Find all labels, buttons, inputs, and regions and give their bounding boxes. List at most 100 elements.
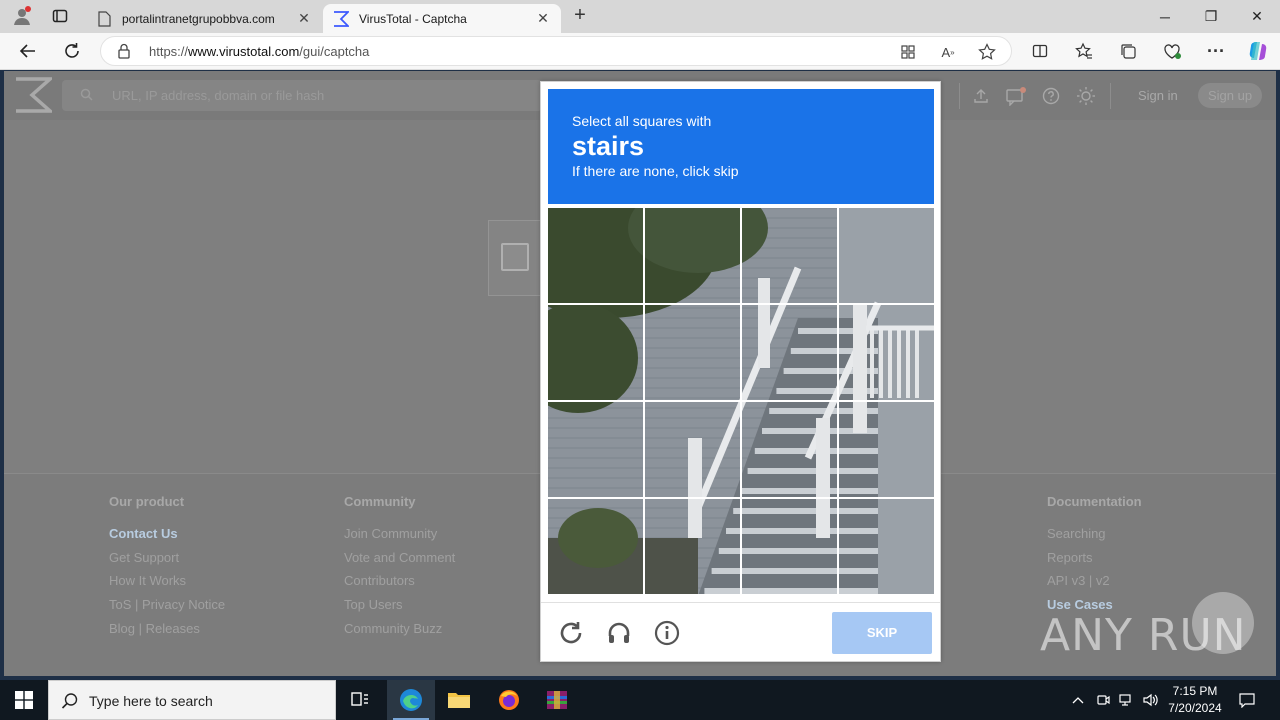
footer-link[interactable]: Join Community <box>344 526 455 550</box>
captcha-tile-r2-c1[interactable] <box>548 305 643 400</box>
windows-start-icon[interactable] <box>0 680 48 720</box>
copilot-icon[interactable] <box>1245 38 1271 64</box>
collections-icon[interactable] <box>1115 38 1141 64</box>
url-text: https://www.virustotal.com/gui/captcha <box>149 44 370 59</box>
captcha-footer: SKIP <box>541 602 940 662</box>
theme-toggle-icon[interactable] <box>1075 85 1097 107</box>
taskbar-search-box[interactable]: Type here to search <box>48 680 336 720</box>
read-aloud-icon[interactable]: A» <box>937 41 959 63</box>
vt-search-input[interactable]: URL, IP address, domain or file hash <box>62 80 542 111</box>
skip-button[interactable]: SKIP <box>832 612 932 654</box>
search-placeholder: URL, IP address, domain or file hash <box>112 88 325 103</box>
back-arrow-icon[interactable] <box>13 37 43 65</box>
upload-icon[interactable] <box>970 85 992 107</box>
lock-icon[interactable] <box>117 43 131 62</box>
captcha-tile-r4-c3[interactable] <box>742 499 837 594</box>
captcha-tile-r3-c2[interactable] <box>645 402 740 497</box>
footer-link[interactable]: Community Buzz <box>344 621 455 645</box>
firefox-icon[interactable] <box>485 680 533 720</box>
close-tab-icon[interactable]: ✕ <box>296 10 312 27</box>
captcha-tile-r1-c3[interactable] <box>742 208 837 303</box>
audio-challenge-icon[interactable] <box>605 619 633 647</box>
captcha-tile-r1-c4[interactable] <box>839 208 934 303</box>
footer-link[interactable]: Get Support <box>109 550 225 574</box>
footer-link[interactable]: Searching <box>1047 526 1142 550</box>
captcha-target-word: stairs <box>572 131 645 161</box>
virustotal-logo-icon[interactable] <box>14 77 55 113</box>
app-available-icon[interactable] <box>897 41 919 63</box>
footer-link[interactable]: Top Users <box>344 597 455 621</box>
footer-heading: Our product <box>109 494 185 509</box>
footer-link[interactable]: Reports <box>1047 550 1142 574</box>
windows-taskbar: Type here to search 7:15 PM 7/20/2024 <box>0 680 1280 720</box>
task-view-icon[interactable] <box>336 680 384 720</box>
sign-in-link[interactable]: Sign in <box>1138 88 1178 103</box>
favorite-star-icon[interactable] <box>976 41 998 63</box>
captcha-tile-r1-c2[interactable] <box>645 208 740 303</box>
captcha-image-grid <box>548 208 936 596</box>
footer-link[interactable]: How It Works <box>109 573 225 597</box>
captcha-tile-r2-c3[interactable] <box>742 305 837 400</box>
close-window-button[interactable]: ✕ <box>1234 0 1280 33</box>
notification-center-icon[interactable] <box>1236 680 1258 720</box>
captcha-tile-r4-c2[interactable] <box>645 499 740 594</box>
browser-essentials-icon[interactable] <box>1159 38 1185 64</box>
favorites-icon[interactable] <box>1071 38 1097 64</box>
footer-link[interactable]: ToS | Privacy Notice <box>109 597 225 621</box>
captcha-tile-r4-c1[interactable] <box>548 499 643 594</box>
footer-column-our-product: Our product Contact Us Get Support How I… <box>109 494 225 644</box>
captcha-prompt: Select all squares with stairs If there … <box>548 89 934 204</box>
search-icon <box>80 88 93 104</box>
footer-link[interactable]: Blog | Releases <box>109 621 225 645</box>
footer-column-documentation: Documentation Searching Reports API v3 |… <box>1047 494 1142 621</box>
restore-button[interactable]: ❐ <box>1188 0 1234 33</box>
captcha-tile-r3-c4[interactable] <box>839 402 934 497</box>
split-screen-icon[interactable] <box>1027 38 1053 64</box>
taskbar-search-text: Type here to search <box>89 693 213 709</box>
tab-title: VirusTotal - Captcha <box>359 11 467 26</box>
refresh-icon[interactable] <box>57 37 87 65</box>
notifications-icon[interactable] <box>1005 85 1027 107</box>
captcha-tile-r1-c1[interactable] <box>548 208 643 303</box>
captcha-tile-r2-c4[interactable] <box>839 305 934 400</box>
captcha-tile-r3-c3[interactable] <box>742 402 837 497</box>
captcha-tile-r4-c4[interactable] <box>839 499 934 594</box>
info-icon[interactable] <box>653 619 681 647</box>
profile-icon[interactable] <box>8 4 36 28</box>
taskbar-clock[interactable]: 7:15 PM 7/20/2024 <box>1160 683 1230 717</box>
clock-time: 7:15 PM <box>1172 684 1218 698</box>
address-bar[interactable]: https://www.virustotal.com/gui/captcha A… <box>100 36 1012 66</box>
edge-taskbar-icon[interactable] <box>387 680 435 720</box>
network-icon[interactable] <box>1116 680 1138 720</box>
footer-link[interactable]: Contact Us <box>109 526 225 550</box>
browser-tab-bar: portalintranetgrupobbva.com ✕ VirusTotal… <box>0 0 1280 33</box>
meet-now-icon[interactable] <box>1093 680 1113 720</box>
footer-link[interactable]: Vote and Comment <box>344 550 455 574</box>
tab-title: portalintranetgrupobbva.com <box>122 11 275 26</box>
footer-link[interactable]: Contributors <box>344 573 455 597</box>
page-icon <box>96 10 112 27</box>
reload-icon[interactable] <box>557 619 585 647</box>
captcha-tile-r3-c1[interactable] <box>548 402 643 497</box>
sign-up-button[interactable]: Sign up <box>1198 83 1262 108</box>
tray-chevron-up-icon[interactable] <box>1068 680 1088 720</box>
divider <box>959 83 960 109</box>
captcha-tile-r2-c2[interactable] <box>645 305 740 400</box>
captcha-checkbox-widget[interactable] <box>488 220 548 296</box>
file-explorer-icon[interactable] <box>435 680 483 720</box>
new-tab-button[interactable]: + <box>568 4 592 28</box>
captcha-checkbox[interactable] <box>501 243 529 271</box>
close-tab-icon[interactable]: ✕ <box>535 10 551 27</box>
help-icon[interactable] <box>1040 85 1062 107</box>
tab-actions-icon[interactable] <box>46 4 74 28</box>
footer-link[interactable]: API v3 | v2 <box>1047 573 1142 597</box>
captcha-instruction: Select all squares with <box>572 113 712 129</box>
tab-portalintranet[interactable]: portalintranetgrupobbva.com ✕ <box>86 4 322 33</box>
winrar-icon[interactable] <box>533 680 581 720</box>
more-options-icon[interactable]: ··· <box>1203 38 1229 64</box>
divider <box>1110 83 1111 109</box>
tab-virustotal-captcha[interactable]: VirusTotal - Captcha ✕ <box>323 4 561 33</box>
minimize-button[interactable]: ─ <box>1142 0 1188 33</box>
search-icon <box>61 692 79 713</box>
volume-icon[interactable] <box>1140 680 1162 720</box>
